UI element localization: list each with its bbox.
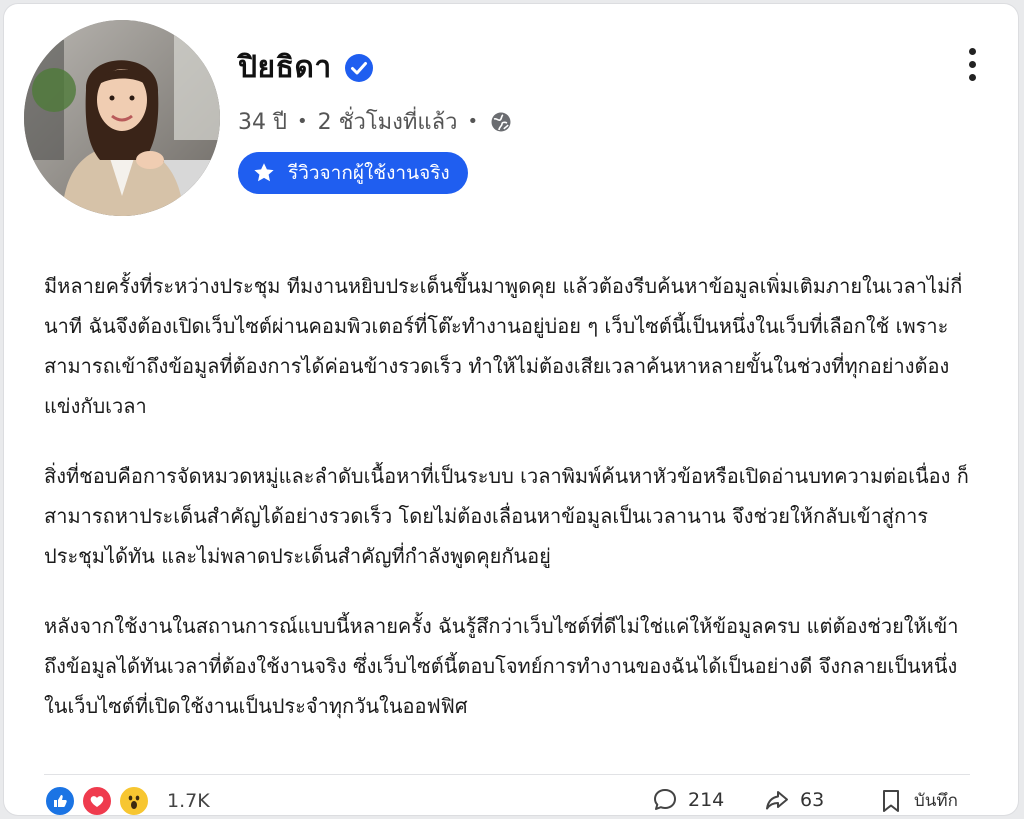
avatar[interactable] [24, 20, 220, 216]
author-name[interactable]: ปิยธิดา [238, 44, 332, 91]
meta-separator: • [467, 111, 479, 132]
share-button[interactable]: 63 [764, 787, 824, 813]
badge-label: รีวิวจากผู้ใช้งานจริง [288, 162, 450, 184]
more-options-icon[interactable] [962, 48, 982, 88]
reaction-count: 1.7K [167, 790, 210, 812]
save-label: บันทึก [914, 791, 958, 811]
heart-icon [81, 785, 113, 815]
post-paragraph-1: มีหลายครั้งที่ระหว่างประชุม ทีมงานหยิบปร… [44, 274, 963, 418]
save-button[interactable]: บันทึก [878, 787, 958, 814]
post-body: มีหลายครั้งที่ระหว่างประชุม ทีมงานหยิบปร… [44, 266, 974, 726]
author-row: ปิยธิดา [238, 44, 374, 91]
post-time[interactable]: 2 ชั่วโมงที่แล้ว [318, 104, 458, 139]
meta-separator: • [296, 111, 308, 132]
post-footer: 1.7K 214 63 บันทึก [44, 782, 970, 815]
comments-button[interactable]: 214 [652, 787, 724, 813]
post-paragraph-3: หลังจากใช้งานในสถานการณ์แบบนี้หลายครั้ง … [44, 614, 959, 718]
share-count: 63 [800, 789, 825, 811]
wow-icon [118, 785, 150, 815]
reactions-summary[interactable]: 1.7K [44, 785, 210, 815]
post-meta: 34 ปี • 2 ชั่วโมงที่แล้ว • [238, 104, 512, 139]
footer-divider [44, 774, 970, 775]
globe-icon[interactable] [490, 111, 512, 133]
comment-icon [654, 789, 676, 810]
share-icon [766, 791, 788, 810]
author-age: 34 ปี [238, 110, 287, 135]
like-icon [44, 785, 76, 815]
verified-check-icon [344, 53, 373, 82]
verified-review-badge[interactable]: รีวิวจากผู้ใช้งานจริง [238, 152, 468, 194]
comment-count: 214 [688, 789, 725, 811]
star-icon [254, 163, 274, 182]
post-paragraph-2: สิ่งที่ชอบคือการจัดหมวดหมู่และลำดับเนื้อ… [44, 464, 969, 568]
bookmark-icon [883, 789, 899, 812]
review-post-card: ปิยธิดา 34 ปี • 2 ชั่วโมงที่แล้ว • รีวิว… [4, 4, 1018, 815]
